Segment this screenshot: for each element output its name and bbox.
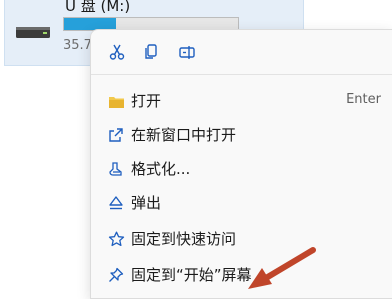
rename-button[interactable] [175, 40, 199, 64]
drive-icon [16, 27, 50, 38]
format-icon [107, 160, 125, 178]
star-icon [107, 230, 125, 248]
menu-item-label: 格式化... [131, 160, 191, 178]
menu-item-open[interactable]: 打开 Enter [97, 84, 387, 118]
quick-actions-bar [91, 30, 392, 75]
menu-item-pin-start[interactable]: 固定到“开始”屏幕 [97, 258, 387, 292]
copy-icon [145, 44, 157, 59]
menu-item-format[interactable]: 格式化... [97, 152, 387, 186]
copy-button[interactable] [139, 40, 163, 64]
menu-item-eject[interactable]: 弹出 [97, 186, 387, 220]
drive-name: U 盘 (M:) [65, 0, 131, 15]
cut-icon [109, 44, 125, 60]
menu-item-label: 固定到“开始”屏幕 [131, 266, 252, 284]
cut-button[interactable] [105, 40, 129, 64]
rename-icon [179, 46, 195, 59]
folder-icon [107, 92, 125, 110]
open-new-window-icon [107, 126, 125, 144]
menu-item-pin-quick-access[interactable]: 固定到快速访问 [97, 222, 387, 256]
menu-item-label: 打开 [131, 92, 162, 110]
menu-item-label: 弹出 [131, 194, 162, 212]
context-menu: 打开 Enter 在新窗口中打开 格式化... 弹出 固定到快速访问 固定到“开… [90, 29, 392, 299]
menu-item-label: 固定到快速访问 [131, 230, 237, 248]
pin-icon [107, 266, 125, 284]
menu-item-open-new-window[interactable]: 在新窗口中打开 [97, 118, 387, 152]
eject-icon [107, 194, 125, 212]
menu-item-shortcut: Enter [346, 92, 381, 107]
drive-space-text: 35.7 [63, 38, 92, 53]
menu-item-label: 在新窗口中打开 [131, 126, 237, 144]
